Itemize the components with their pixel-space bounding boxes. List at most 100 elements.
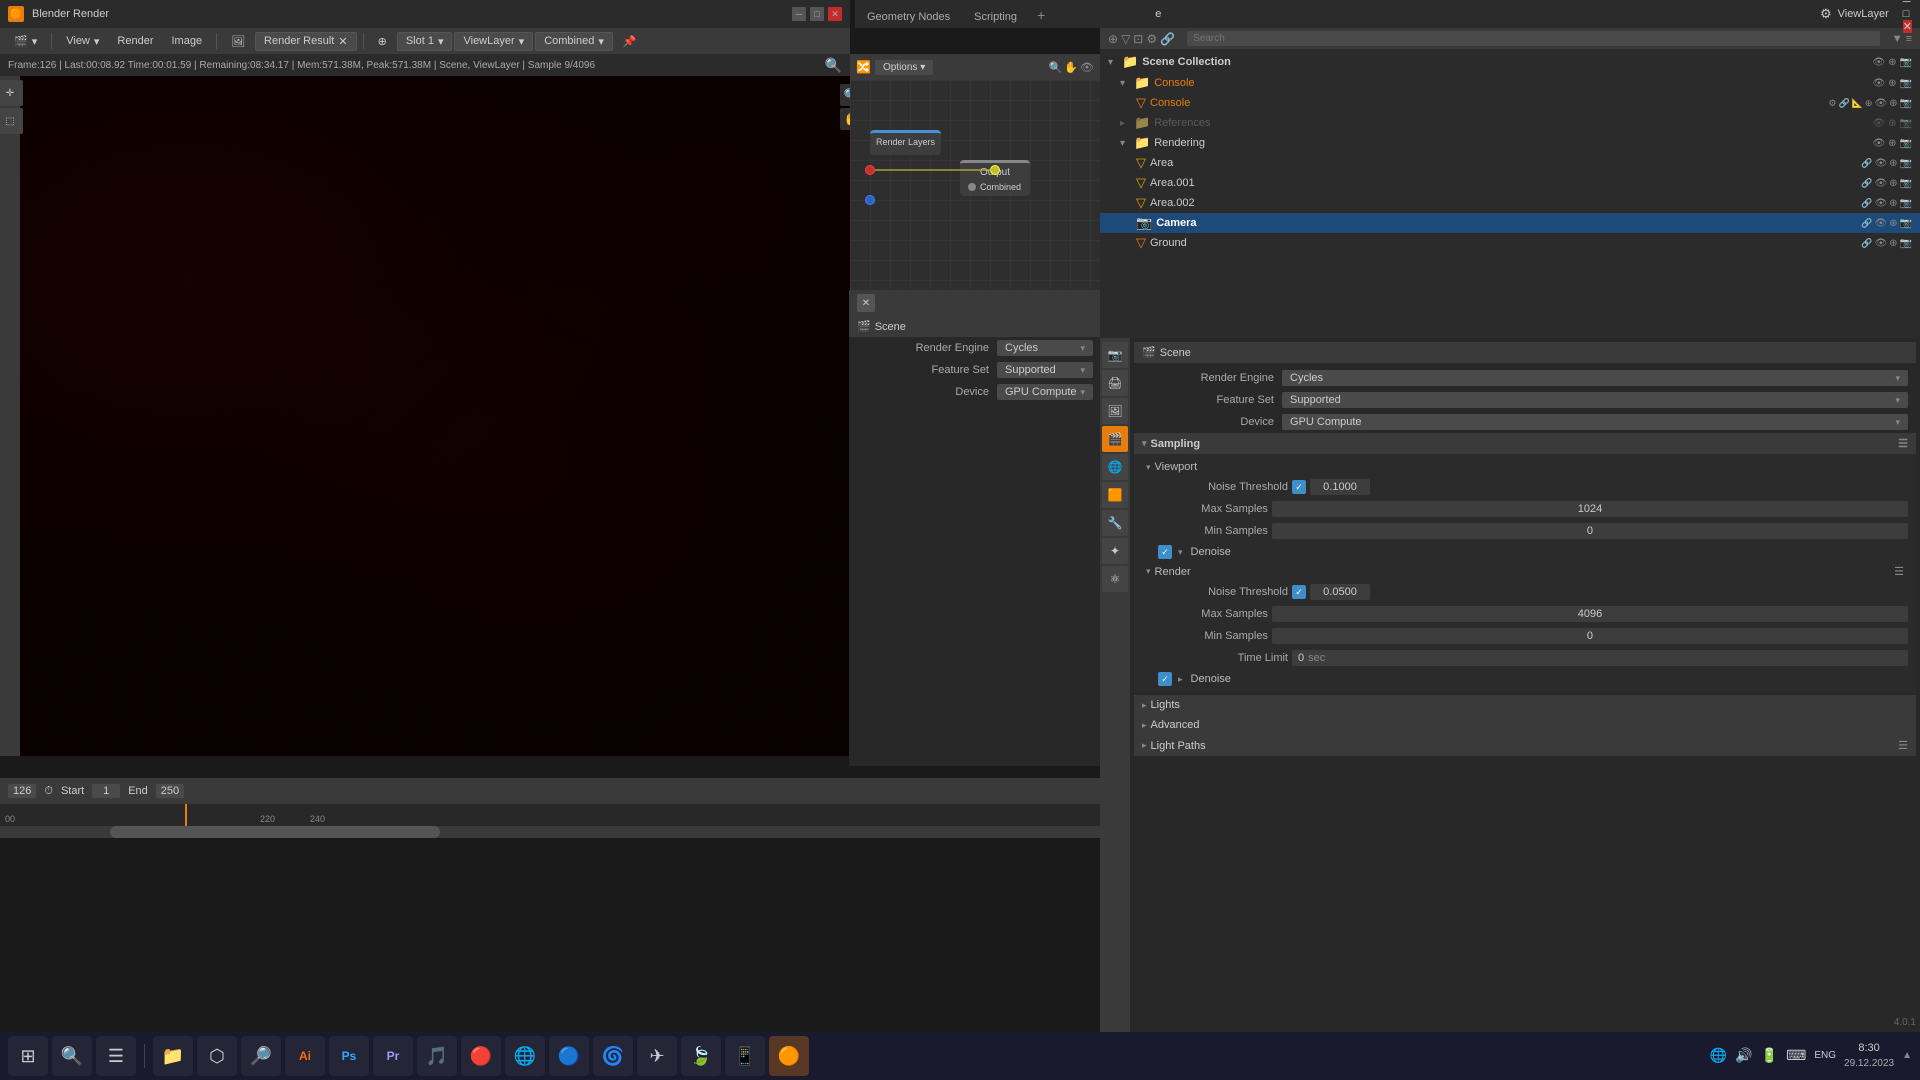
sc-filter4[interactable]: ⚙ <box>1146 32 1157 46</box>
device-main-dropdown[interactable]: GPU Compute ▾ <box>1282 414 1908 430</box>
denoise-vp-checkbox[interactable]: ✓ <box>1158 545 1172 559</box>
timeline-track[interactable]: 00 220 240 <box>0 804 1100 826</box>
sampling-menu-icon[interactable]: ☰ <box>1898 437 1908 450</box>
props-icon-viewlayer[interactable]: 🖼 <box>1102 398 1128 424</box>
noise-threshold-vp-value[interactable]: 0.1000 <box>1310 479 1370 495</box>
slot-dropdown[interactable]: Slot 1 ▾ <box>397 32 453 51</box>
min-samples-vp-value[interactable]: 0 <box>1272 523 1908 539</box>
render-result-dropdown[interactable]: Render Result ✕ <box>255 32 357 51</box>
node-editor[interactable]: Output Combined Render Layers <box>850 80 1100 290</box>
end-frame-field[interactable]: 250 <box>156 784 184 798</box>
mobile-app-button[interactable]: 📱 <box>725 1036 765 1076</box>
collection-rendering[interactable]: ▾ 📁 Rendering 👁 ⊕ 📷 <box>1100 133 1920 153</box>
disable-icon[interactable]: ⊕ <box>1888 57 1896 68</box>
vis-icon[interactable]: 👁 <box>1872 57 1885 68</box>
node-type-icon[interactable]: 🔀 <box>856 60 871 74</box>
search-button[interactable]: 🔍 <box>52 1036 92 1076</box>
scene-collection-root[interactable]: ▾ 📁 Scene Collection 👁 ⊕ 📷 <box>1100 51 1920 73</box>
keyboard-icon[interactable]: ⌨ <box>1786 1047 1806 1064</box>
firefox-button[interactable]: 🌐 <box>505 1036 545 1076</box>
scrollbar-thumb[interactable] <box>110 826 440 838</box>
tab-scripting[interactable]: Scripting <box>962 5 1029 28</box>
tool-box[interactable]: ⬚ <box>0 108 23 134</box>
denoise-render-header[interactable]: ✓ ▸ Denoise <box>1142 669 1908 689</box>
light-paths-menu[interactable]: ☰ <box>1898 739 1908 752</box>
render-subsection-header[interactable]: ▾ Render ☰ <box>1142 562 1908 581</box>
node-tool3[interactable]: 👁 <box>1080 61 1094 74</box>
image-menu[interactable]: Image <box>164 33 211 49</box>
steam-button[interactable]: ⬡ <box>197 1036 237 1076</box>
editor-type-dropdown[interactable]: 🎬 ▾ <box>6 33 45 50</box>
advanced-section-header[interactable]: ▸ Advanced <box>1134 715 1916 735</box>
start-frame-field[interactable]: 1 <box>92 784 120 798</box>
node-close-btn[interactable]: ✕ <box>857 294 875 312</box>
feature-set-main-dropdown[interactable]: Supported ▾ <box>1282 392 1908 408</box>
sc-filter-toggle[interactable]: ≡ <box>1906 33 1912 45</box>
right-minimize-btn[interactable]: ─ <box>1903 0 1912 8</box>
render-viewport[interactable]: 🔍 ✋ <box>20 76 870 756</box>
ai-button[interactable]: Ai <box>285 1036 325 1076</box>
leaf-app-button[interactable]: 🍃 <box>681 1036 721 1076</box>
ableton-button[interactable]: 🎵 <box>417 1036 457 1076</box>
sc-sort1[interactable]: ▼ <box>1892 33 1903 45</box>
collection-references[interactable]: ▸ 📁 References 👁 ⊕ 📷 <box>1100 113 1920 133</box>
pr-button[interactable]: Pr <box>373 1036 413 1076</box>
props-icon-object[interactable]: 🟧 <box>1102 482 1128 508</box>
sc-filter2[interactable]: ▽ <box>1121 32 1130 46</box>
item-camera[interactable]: 📷 Camera 🔗 👁 ⊕ 📷 <box>1100 213 1920 233</box>
view-layer-dropdown[interactable]: ViewLayer ▾ <box>454 32 533 51</box>
item-area002[interactable]: ▽ Area.002 🔗 👁 ⊕ 📷 <box>1100 193 1920 213</box>
node-tool2[interactable]: ✋ <box>1064 61 1078 74</box>
scene-search-input[interactable] <box>1187 31 1880 46</box>
ps-button[interactable]: Ps <box>329 1036 369 1076</box>
item-console[interactable]: ▽ Console ⚙ 🔗 📐 ⊕ 👁 ⊕ 📷 <box>1100 93 1920 113</box>
light-paths-section-header[interactable]: ▸ Light Paths ☰ <box>1134 735 1916 756</box>
blender-taskbar-btn[interactable]: 🟠 <box>769 1036 809 1076</box>
sc-filter1[interactable]: ⊕ <box>1108 32 1118 46</box>
item-area[interactable]: ▽ Area 🔗 👁 ⊕ 📷 <box>1100 153 1920 173</box>
minimize-button[interactable]: ─ <box>792 7 806 21</box>
device-dropdown[interactable]: GPU Compute ▾ <box>997 384 1093 400</box>
network-icon[interactable]: 🌐 <box>1710 1047 1727 1064</box>
tab-geometry-nodes[interactable]: Geometry Nodes <box>855 5 962 28</box>
tool-select[interactable]: ✛ <box>0 80 23 106</box>
viewport-subsection-header[interactable]: ▾ Viewport <box>1142 458 1908 476</box>
item-ground[interactable]: ▽ Ground 🔗 👁 ⊕ 📷 <box>1100 233 1920 253</box>
noise-threshold-r-value[interactable]: 0.0500 <box>1310 584 1370 600</box>
max-samples-vp-value[interactable]: 1024 <box>1272 501 1908 517</box>
info-search-icon[interactable]: 🔍 <box>825 57 842 74</box>
collection-console[interactable]: ▾ 📁 Console 👁 ⊕ 📷 <box>1100 73 1920 93</box>
item-area001[interactable]: ▽ Area.001 🔗 👁 ⊕ 📷 <box>1100 173 1920 193</box>
render-menu[interactable]: Render <box>109 33 161 49</box>
sc-filter5[interactable]: 🔗 <box>1160 32 1175 46</box>
timeline-scrollbar[interactable] <box>0 826 1100 838</box>
browser-button[interactable]: 🌀 <box>593 1036 633 1076</box>
feature-set-dropdown[interactable]: Supported ▾ <box>997 362 1093 378</box>
min-samples-r-value[interactable]: 0 <box>1272 628 1908 644</box>
socket-combined[interactable] <box>968 183 976 191</box>
render-engine-main-dropdown[interactable]: Cycles ▾ <box>1282 370 1908 386</box>
denoise-viewport-header[interactable]: ✓ ▾ Denoise <box>1142 542 1908 562</box>
start-button[interactable]: ⊞ <box>8 1036 48 1076</box>
node-tool1[interactable]: 🔍 <box>1049 61 1063 74</box>
time-limit-value[interactable]: 0 sec <box>1292 650 1908 666</box>
render-engine-dropdown[interactable]: Cycles ▾ <box>997 340 1093 356</box>
volume-icon[interactable]: 🔊 <box>1735 1047 1752 1064</box>
props-icon-physics[interactable]: ⚛ <box>1102 566 1128 592</box>
props-icon-scene[interactable]: 🎬 <box>1102 426 1128 452</box>
pin-icon[interactable]: 📌 <box>615 33 645 50</box>
noise-threshold-r-checkbox[interactable]: ✓ <box>1292 585 1306 599</box>
lights-section-header[interactable]: ▸ Lights <box>1134 695 1916 715</box>
right-maximize-btn[interactable]: □ <box>1903 8 1912 20</box>
tray-chevron[interactable]: ▲ <box>1902 1050 1912 1061</box>
sampling-header[interactable]: ▾ Sampling ☰ <box>1134 433 1916 454</box>
sc-filter3[interactable]: ⊡ <box>1133 32 1143 46</box>
right-close-btn[interactable]: ✕ <box>1903 20 1912 33</box>
render-icon2[interactable]: 📷 <box>1900 57 1912 68</box>
system-clock[interactable]: 8:30 29.12.2023 <box>1844 1041 1894 1070</box>
detective-button[interactable]: 🔎 <box>241 1036 281 1076</box>
close-button[interactable]: ✕ <box>828 7 842 21</box>
denoise-r-checkbox[interactable]: ✓ <box>1158 672 1172 686</box>
combined-dropdown[interactable]: Combined ▾ <box>535 32 613 51</box>
node-options-btn[interactable]: Options ▾ <box>875 60 933 75</box>
